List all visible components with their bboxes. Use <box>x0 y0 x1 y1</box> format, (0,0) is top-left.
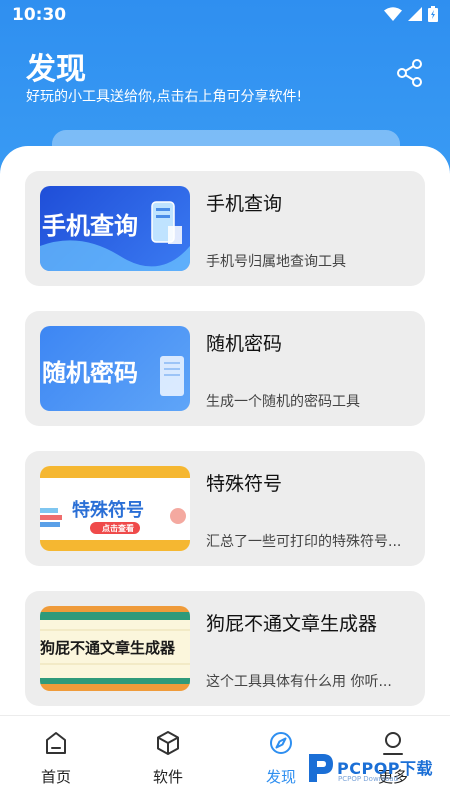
watermark-subtext: PCPOP Download <box>338 775 399 783</box>
box-icon <box>157 731 179 755</box>
card-description: 生成一个随机的密码工具 <box>206 394 360 410</box>
compass-icon <box>270 732 292 754</box>
tool-card-special-symbols[interactable]: 特殊符号 点击查看 特殊符号 汇总了一些可打印的特殊符号... <box>25 451 425 566</box>
nav-label: 软件 <box>152 768 183 786</box>
content-panel: 手机查询 手机查询 手机号归属地查询工具 随机密码 随机密码 生成一个随机的密码… <box>0 146 450 726</box>
pcpop-logo-icon <box>309 754 333 782</box>
nav-item-software[interactable]: 软件 <box>133 730 203 787</box>
signal-icon <box>408 7 422 21</box>
tool-card-random-password[interactable]: 随机密码 随机密码 生成一个随机的密码工具 <box>25 311 425 426</box>
thumbnail-title: 手机查询 <box>42 212 138 240</box>
status-icons <box>384 6 438 22</box>
share-button[interactable] <box>395 58 425 88</box>
thumbnail-badge: 点击查看 <box>102 524 134 533</box>
battery-icon <box>428 6 438 22</box>
share-icon <box>397 59 422 87</box>
card-title: 随机密码 <box>206 333 283 355</box>
status-time: 10:30 <box>12 5 67 25</box>
page-title: 发现 <box>26 52 86 87</box>
card-description: 这个工具具体有什么用 你听... <box>206 674 392 690</box>
nav-item-home[interactable]: 首页 <box>21 730 91 787</box>
status-bar: 10:30 <box>0 0 450 32</box>
card-title: 狗屁不通文章生成器 <box>206 613 378 635</box>
page-subtitle: 好玩的小工具送给你,点击右上角可分享软件! <box>26 89 303 105</box>
thumbnail-title: 随机密码 <box>42 359 138 387</box>
card-description: 手机号归属地查询工具 <box>206 254 346 270</box>
nav-label: 首页 <box>40 768 71 786</box>
tool-card-article-generator[interactable]: 狗屁不通文章生成器 狗屁不通文章生成器 这个工具具体有什么用 你听... <box>25 591 425 706</box>
home-icon <box>46 732 66 754</box>
watermark: PCPOP下载 PCPOP Download <box>305 748 445 788</box>
thumbnail-title: 狗屁不通文章生成器 <box>40 639 176 657</box>
phone-lookup-thumbnail: 手机查询 <box>40 186 190 271</box>
card-title: 手机查询 <box>206 193 283 215</box>
random-password-thumbnail: 随机密码 <box>40 326 190 411</box>
article-generator-thumbnail: 狗屁不通文章生成器 <box>40 606 190 691</box>
tool-card-phone-lookup[interactable]: 手机查询 手机查询 手机号归属地查询工具 <box>25 171 425 286</box>
special-symbols-thumbnail: 特殊符号 点击查看 <box>40 466 190 551</box>
card-title: 特殊符号 <box>206 473 283 495</box>
thumbnail-title: 特殊符号 <box>72 500 144 521</box>
wifi-icon <box>384 7 402 21</box>
card-description: 汇总了一些可打印的特殊符号... <box>206 534 402 550</box>
